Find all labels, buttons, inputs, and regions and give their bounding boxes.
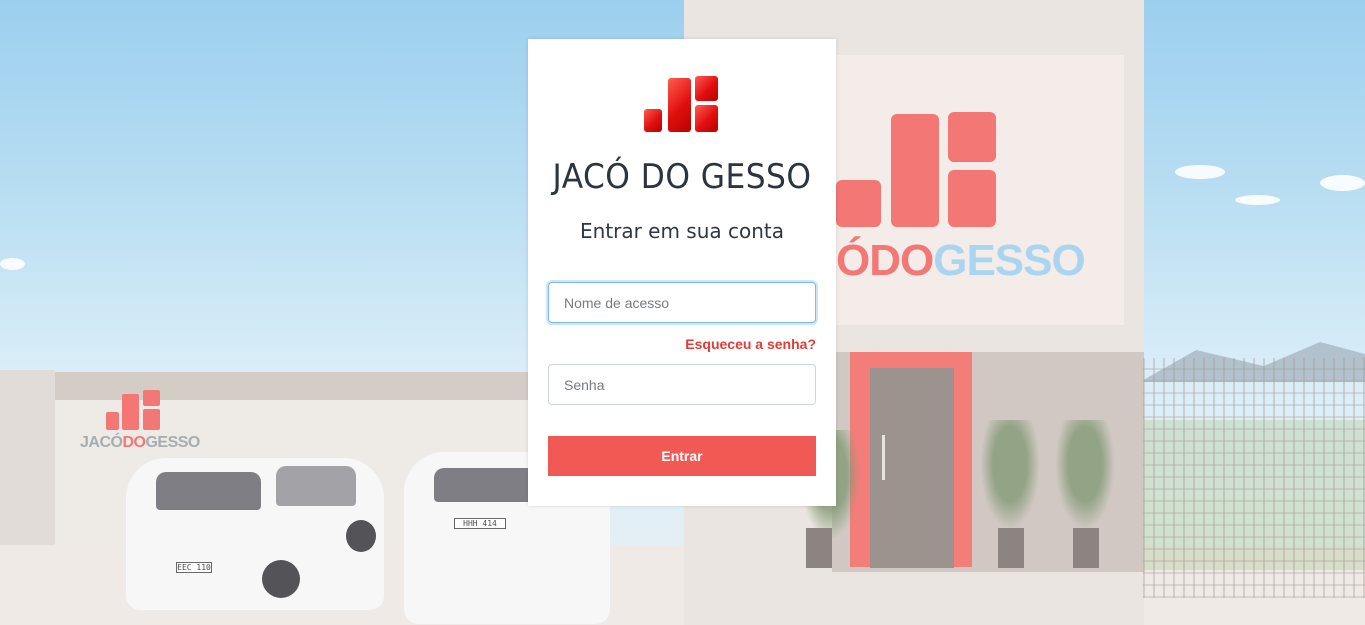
login-button[interactable]: Entrar [548, 436, 816, 476]
brand-title: JACÓ DO GESSO [552, 157, 812, 197]
bar-chart-logo-icon [644, 76, 718, 134]
background-scene: JACÓDOGESSO ÓDOGESSO EEC 110 HHH 414 JAC… [0, 0, 1365, 625]
forgot-password-link[interactable]: Esqueceu a senha? [685, 336, 816, 352]
login-subtitle: Entrar em sua conta [579, 219, 785, 243]
login-card: JACÓ DO GESSO Entrar em sua conta Esquec… [528, 39, 836, 506]
password-input[interactable] [548, 364, 816, 405]
username-input[interactable] [548, 282, 816, 323]
